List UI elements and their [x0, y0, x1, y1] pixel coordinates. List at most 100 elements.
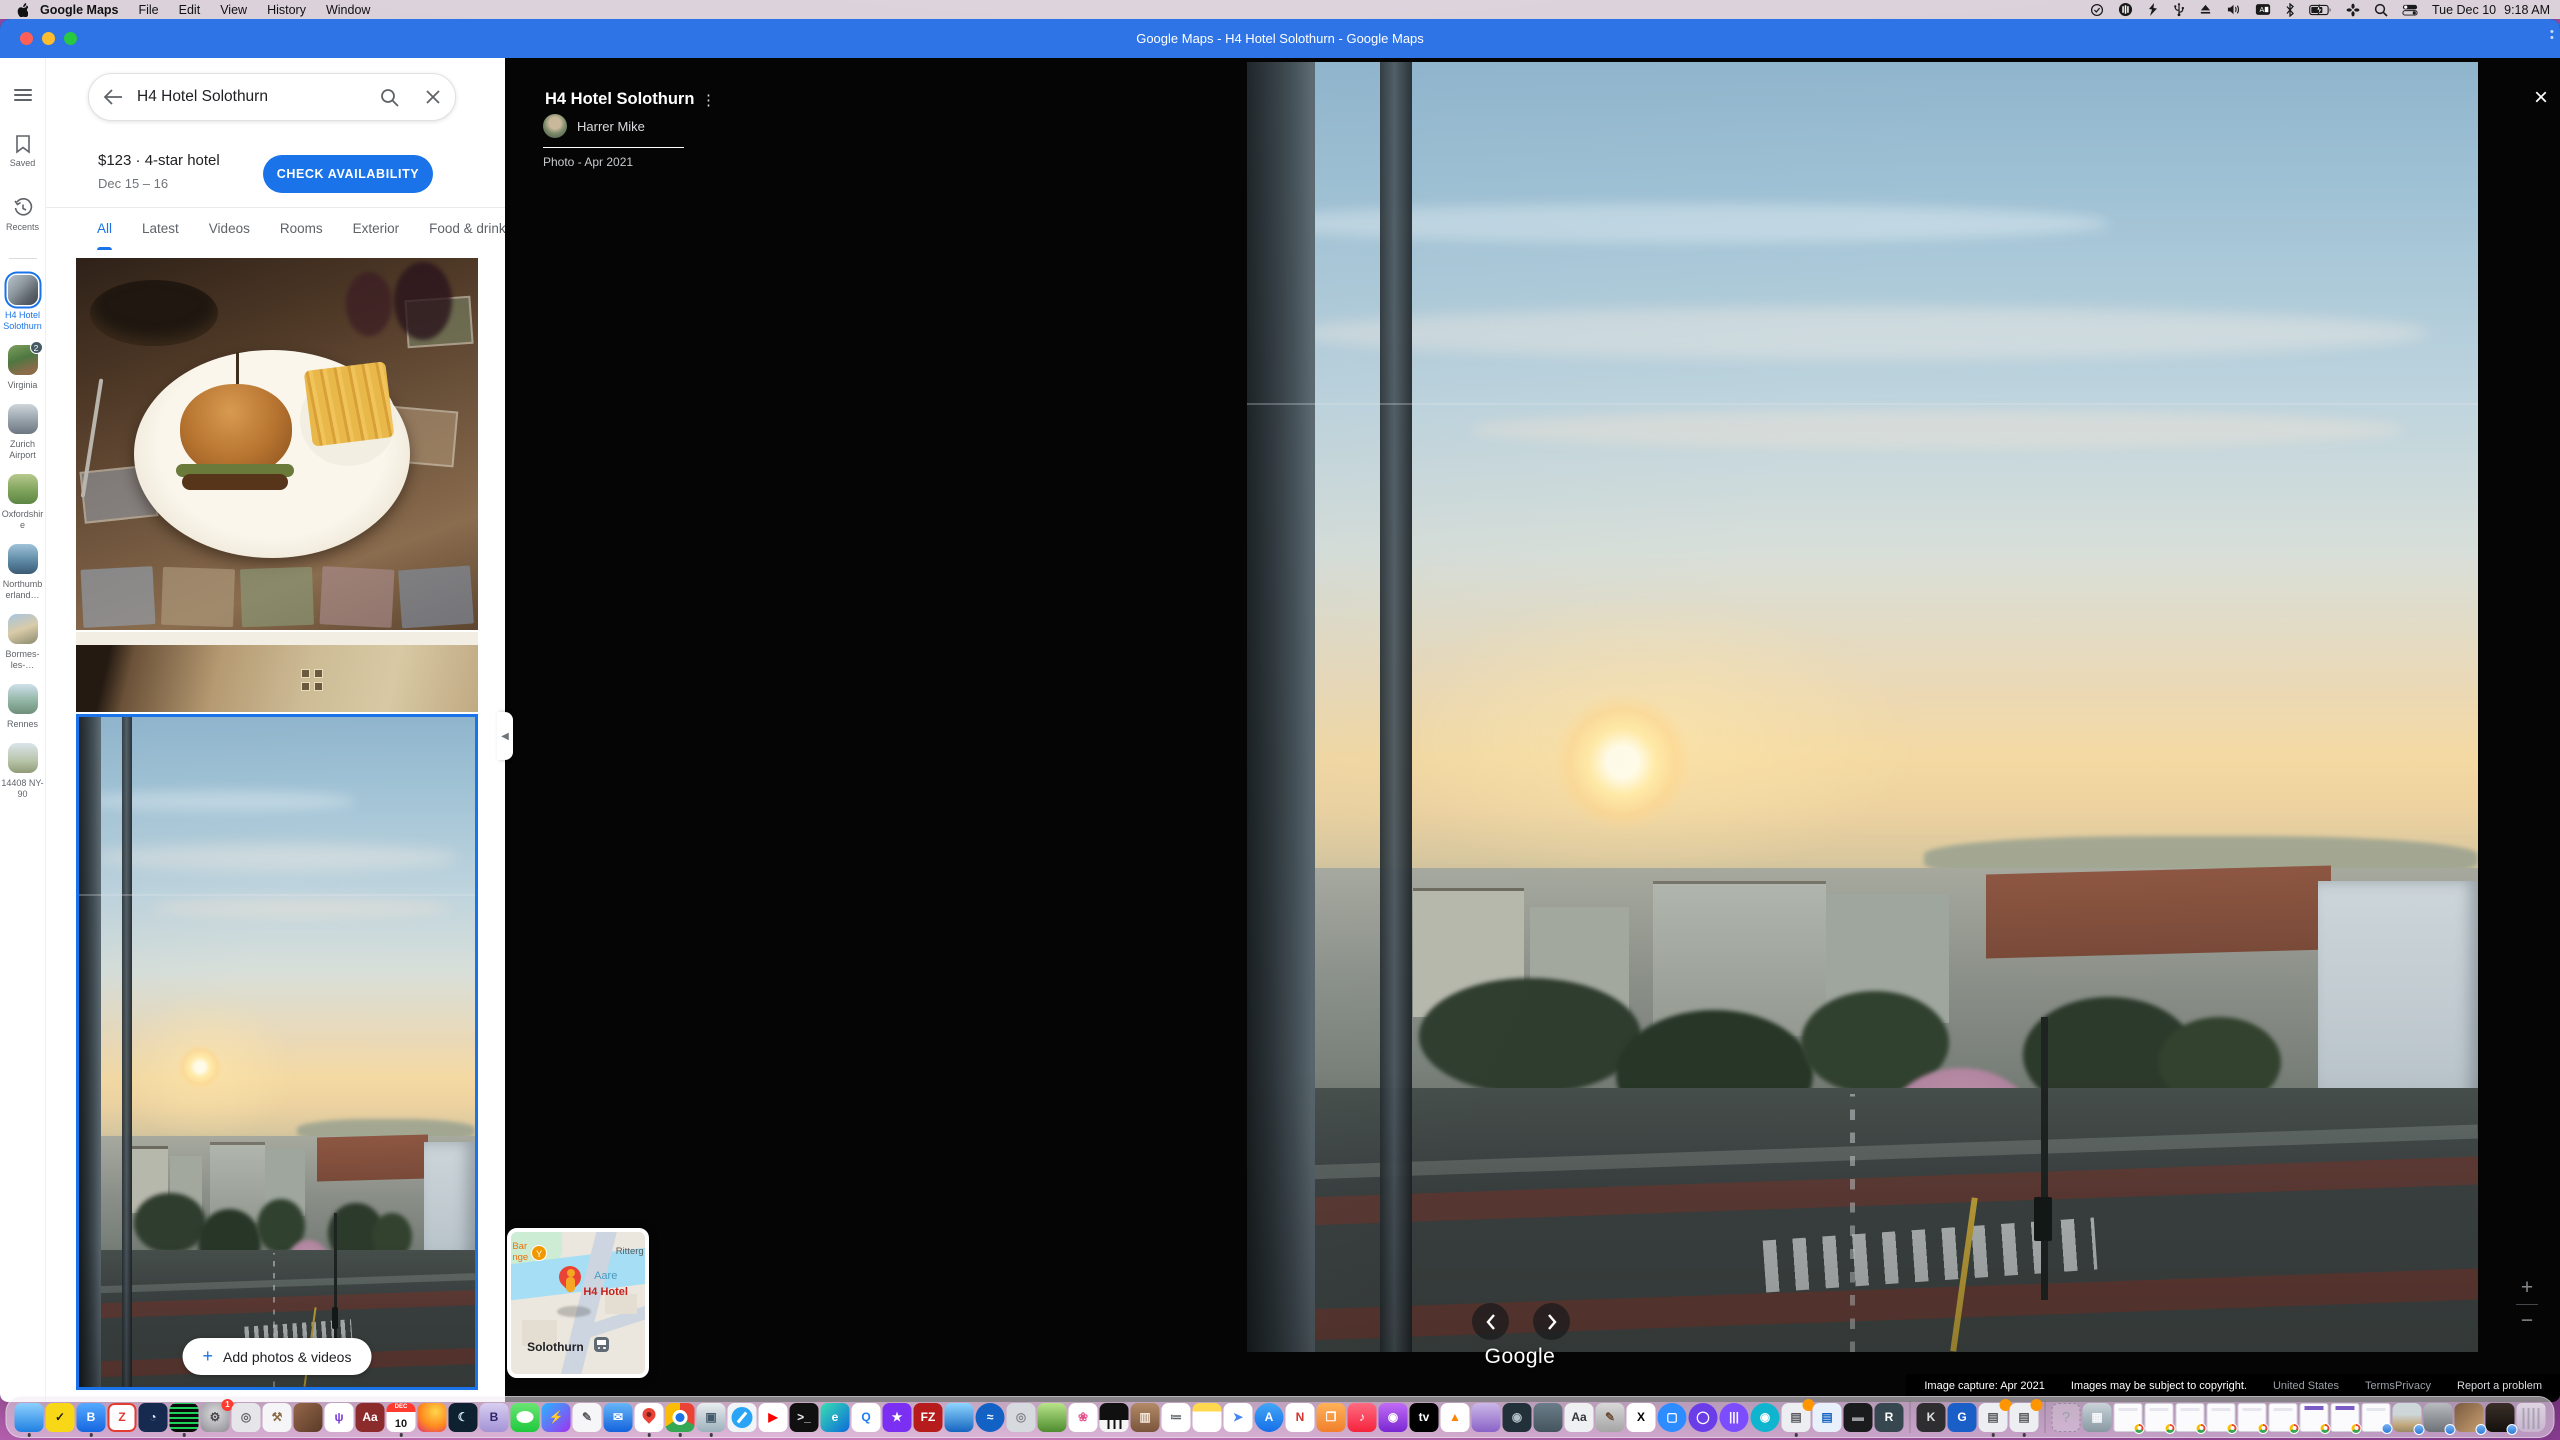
sidebar-place-14408-ny-90[interactable]: 14408 NY-90 [0, 743, 46, 800]
back-arrow-icon[interactable] [89, 89, 137, 105]
dock-icon-usb-utility[interactable]: ψ [325, 1403, 354, 1432]
dock-icon-app-store[interactable]: A [1255, 1403, 1284, 1432]
menubar-item[interactable]: History [267, 3, 306, 17]
dock-icon-reminders[interactable]: ≔ [1162, 1403, 1191, 1432]
menubar-item[interactable]: Window [326, 3, 370, 17]
dock-icon-youtube[interactable]: ▶ [759, 1403, 788, 1432]
search-box[interactable] [88, 73, 456, 121]
dock-icon-midi-keyboard[interactable] [1100, 1403, 1129, 1432]
menubar-date[interactable]: Tue Dec 10 [2432, 3, 2496, 17]
apple-menu-icon[interactable] [10, 2, 32, 17]
battery-icon[interactable] [2309, 4, 2332, 16]
more-options-icon[interactable]: ⋮ [701, 91, 716, 109]
input-source-icon[interactable]: A [2255, 3, 2271, 16]
mini-map[interactable]: Y Barnge Ritterg Aare H4 Hotel Solothurn [507, 1228, 649, 1378]
window-titlebar[interactable]: Google Maps - H4 Hotel Solothurn - Googl… [0, 19, 2560, 58]
dock-icon-printer-1[interactable]: ▤ [1782, 1403, 1811, 1432]
previous-photo-button[interactable] [1472, 1303, 1509, 1340]
collapse-panel-button[interactable]: ◀ [497, 712, 513, 760]
dock-icon-bluetooth-app[interactable]: B [77, 1403, 106, 1432]
menubar-app-name[interactable]: Google Maps [40, 3, 118, 17]
report-problem-link[interactable]: Report a problem [2457, 1380, 2542, 1392]
dock-icon-chrome-window-2[interactable] [2145, 1403, 2174, 1432]
shortcuts-icon[interactable] [2090, 3, 2104, 17]
footer-link[interactable]: Terms [2365, 1380, 2395, 1392]
dock-icon-printer-2[interactable]: ▤ [1979, 1403, 2008, 1432]
dock-icon-annotate-note[interactable]: ✎ [573, 1403, 602, 1432]
usb-icon[interactable] [2173, 2, 2185, 17]
search-input[interactable] [137, 88, 367, 106]
next-photo-button[interactable] [1533, 1303, 1570, 1340]
dock-icon-apple-tv[interactable]: tv [1410, 1403, 1439, 1432]
photo-tab-latest[interactable]: Latest [142, 208, 179, 250]
volume-icon[interactable] [2226, 3, 2241, 16]
close-viewer-icon[interactable]: × [2534, 84, 2548, 112]
dock-icon-frog-app[interactable] [1038, 1403, 1067, 1432]
footer-link[interactable]: Privacy [2395, 1380, 2431, 1392]
dock-icon-obs[interactable]: ◯ [1689, 1403, 1718, 1432]
dock-icon-music[interactable]: ♪ [1348, 1403, 1377, 1432]
dock-icon-mail[interactable]: ✉ [604, 1403, 633, 1432]
titlebar-menu-dots-icon[interactable]: •• [2550, 29, 2554, 41]
bar-poi-icon[interactable]: Y [531, 1245, 547, 1261]
zoom-out-button[interactable]: − [2514, 1312, 2540, 1330]
dock-icon-keychain[interactable]: K [1917, 1403, 1946, 1432]
author-avatar[interactable] [543, 114, 567, 138]
dock-icon-books[interactable]: ❐ [1317, 1403, 1346, 1432]
dock-icon-webcam-app[interactable]: ◉ [1751, 1403, 1780, 1432]
photo-thumbnail-sunset-selected[interactable] [76, 714, 478, 1390]
sidebar-place-oxfordshire[interactable]: Oxfordshire [0, 474, 46, 531]
sidebar-item-recents[interactable]: Recents [6, 198, 39, 232]
dock-icon-safari[interactable] [728, 1403, 757, 1432]
dock-icon-apple-maps[interactable]: ➤ [1224, 1403, 1253, 1432]
photo-tab-all[interactable]: All [97, 208, 112, 250]
dock-icon-photo-thumb-frame[interactable] [2455, 1403, 2484, 1432]
dock-icon-photo-thumb-dark[interactable] [2486, 1403, 2515, 1432]
dock-icon-scanner[interactable]: ▬ [1844, 1403, 1873, 1432]
eject-icon[interactable] [2199, 3, 2212, 16]
dock-icon-firefox[interactable] [418, 1403, 447, 1432]
dock-icon-photos[interactable]: ❀ [1069, 1403, 1098, 1432]
dock-icon-printer-3[interactable]: ▤ [2010, 1403, 2039, 1432]
dock-icon-diagnostics[interactable]: ◎ [232, 1403, 261, 1432]
dock-icon-quicktime[interactable]: Q [852, 1403, 881, 1432]
zoom-in-button[interactable]: + [2514, 1279, 2540, 1297]
dock-icon-bbedit[interactable]: B [480, 1403, 509, 1432]
dock-icon-g-shield[interactable]: G [1948, 1403, 1977, 1432]
clear-search-icon[interactable] [411, 89, 455, 105]
dock-icon-google-maps[interactable] [635, 1403, 664, 1432]
dock-icon-disc-burner[interactable]: ◎ [1007, 1403, 1036, 1432]
photo-tab-rooms[interactable]: Rooms [280, 208, 323, 250]
dock-icon-flag-app[interactable] [945, 1403, 974, 1432]
main-menu-icon[interactable] [14, 86, 32, 104]
dock-icon-trash[interactable] [2517, 1403, 2546, 1432]
dock-icon-messenger[interactable]: ⚡ [542, 1403, 571, 1432]
check-availability-button[interactable]: CHECK AVAILABILITY [263, 155, 433, 193]
dock-icon-chrome-window-3[interactable] [2176, 1403, 2205, 1432]
menubar-item[interactable]: Edit [179, 3, 201, 17]
dock-icon-vlc[interactable]: ▲ [1441, 1403, 1470, 1432]
dock-icon-finder[interactable] [15, 1403, 44, 1432]
dock-icon-chrome-window-4[interactable] [2207, 1403, 2236, 1432]
sidebar-place-virginia[interactable]: 2 Virginia [0, 345, 46, 391]
dock-icon-terminal[interactable]: >_ [790, 1403, 819, 1432]
dock-icon-openoffice[interactable]: ≈ [976, 1403, 1005, 1432]
bolt-icon[interactable] [2147, 3, 2159, 17]
photo-tab-videos[interactable]: Videos [209, 208, 250, 250]
dock-icon-gimp[interactable]: ✎ [1596, 1403, 1625, 1432]
sidebar-place-zurich-airport[interactable]: Zurich Airport [0, 404, 46, 461]
dock-icon-amphetamine[interactable]: ✓ [46, 1403, 75, 1432]
dock-icon-toolbox-doc[interactable]: ⚒ [263, 1403, 292, 1432]
dock-icon-r-app[interactable]: R [1875, 1403, 1904, 1432]
recorder-icon[interactable] [2118, 2, 2133, 17]
dock-icon-chrome-window-5[interactable] [2238, 1403, 2267, 1432]
dock-icon-sep-1[interactable] [1910, 1401, 1911, 1433]
bluetooth-icon[interactable] [2285, 3, 2295, 17]
dock-icon-podcasts[interactable]: ◉ [1379, 1403, 1408, 1432]
dock-icon-news-app[interactable]: N [1286, 1403, 1315, 1432]
menubar-item[interactable]: File [138, 3, 158, 17]
dock-icon-sep-2[interactable] [2045, 1401, 2046, 1433]
sidebar-place-rennes[interactable]: Rennes [0, 684, 46, 730]
search-icon[interactable] [367, 88, 411, 107]
dock-icon-gray-utility[interactable] [1534, 1403, 1563, 1432]
